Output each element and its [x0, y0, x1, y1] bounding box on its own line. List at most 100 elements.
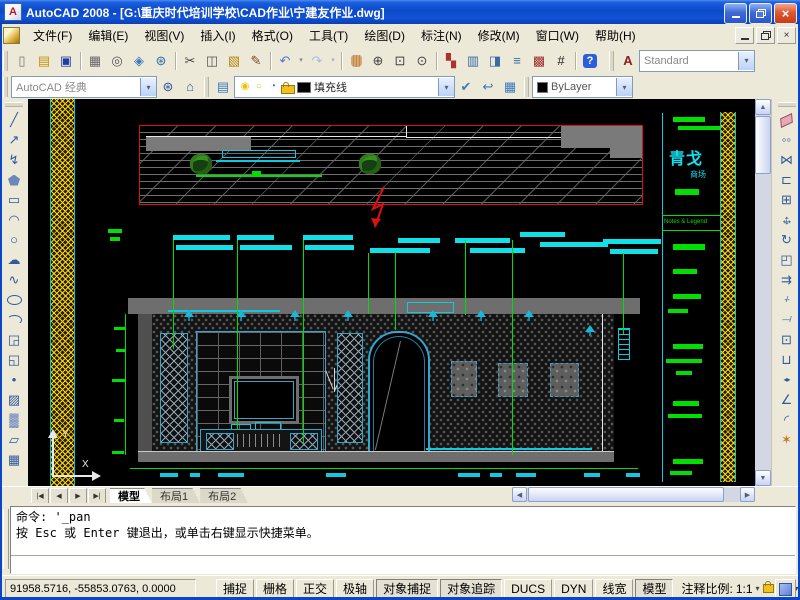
toolbar-button[interactable]: ▧: [223, 50, 245, 72]
chevron-down-icon[interactable]: ▾: [756, 584, 760, 593]
toolbar-button[interactable]: ⊞: [776, 190, 798, 210]
chevron-down-icon[interactable]: ▾: [616, 78, 632, 96]
toolbar-button[interactable]: ⊕: [367, 50, 389, 72]
toolbar-button[interactable]: [345, 50, 367, 72]
toolbar-button[interactable]: [77, 50, 84, 72]
toolbar-button[interactable]: ▦: [3, 450, 25, 470]
status-toggle[interactable]: 对象追踪: [440, 579, 502, 599]
layout-tab[interactable]: 布局1: [152, 488, 200, 504]
menu-item[interactable]: 格式(O): [244, 24, 301, 47]
toolbar-button[interactable]: ◲: [3, 330, 25, 350]
toolbar-button[interactable]: ⊙: [411, 50, 433, 72]
tab-nav-button[interactable]: ◀: [50, 488, 68, 504]
toolbar-button[interactable]: -/-: [776, 290, 798, 310]
horizontal-scrollbar[interactable]: ◀ ▶: [512, 487, 755, 502]
text-style-combo[interactable]: Standard ▾: [639, 50, 755, 72]
toolbar-button[interactable]: ◜: [776, 410, 798, 430]
toolbar-button[interactable]: [338, 50, 345, 72]
toolbar-button[interactable]: ◰: [776, 250, 798, 270]
toolbar-grip[interactable]: [778, 102, 796, 107]
toolbar-button[interactable]: ▤: [212, 76, 234, 98]
chevron-down-icon[interactable]: ▾: [738, 52, 754, 70]
toolbar-button[interactable]: ↯: [3, 150, 25, 170]
menu-item[interactable]: 工具(T): [301, 24, 356, 47]
scroll-down-button[interactable]: ▼: [755, 470, 771, 486]
toolbar-button[interactable]: ∿: [3, 270, 25, 290]
toolbar-button[interactable]: ▯: [11, 50, 33, 72]
toolbar-button[interactable]: [3, 170, 25, 190]
toolbar-button[interactable]: ▾: [296, 50, 306, 72]
toolbar-button[interactable]: [172, 50, 179, 72]
status-toggle[interactable]: 极轴: [336, 579, 374, 599]
toolbar-button[interactable]: ⇉: [776, 270, 798, 290]
status-toggle[interactable]: 线宽: [595, 579, 633, 599]
toolbar-button[interactable]: [3, 310, 25, 330]
toolbar-grip[interactable]: [5, 102, 23, 107]
toolbar-button[interactable]: ↻: [776, 230, 798, 250]
toolbar-button[interactable]: [267, 50, 274, 72]
menu-item[interactable]: 修改(M): [470, 24, 528, 47]
toolbar-button[interactable]: ○: [3, 230, 25, 250]
layer-combo[interactable]: ◉○◔ 填充线 ▾: [234, 76, 455, 98]
scroll-right-button[interactable]: ▶: [740, 487, 755, 502]
toolbar-button[interactable]: ⊡: [776, 330, 798, 350]
status-toggle[interactable]: 对象捕捉: [376, 579, 438, 599]
scrollbar-thumb[interactable]: [755, 116, 771, 174]
tab-nav-button[interactable]: ▶: [69, 488, 87, 504]
toolbar-grip[interactable]: [609, 51, 614, 71]
toolbar-button[interactable]: ✔: [455, 76, 477, 98]
toolbar-button[interactable]: ▨: [3, 390, 25, 410]
status-toggle[interactable]: 模型: [635, 579, 673, 599]
toolbar-button[interactable]: ⌂: [179, 76, 201, 98]
annotation-lock-icon[interactable]: [763, 584, 774, 593]
toolbar-button[interactable]: ↷: [306, 50, 328, 72]
toolbar-button[interactable]: ◫: [201, 50, 223, 72]
command-window-grip[interactable]: [3, 509, 9, 569]
scrollbar-thumb[interactable]: [528, 487, 724, 502]
status-toggle[interactable]: DUCS: [504, 579, 552, 599]
status-toggle[interactable]: 捕捉: [216, 579, 254, 599]
toolbar-grip[interactable]: [3, 77, 8, 97]
vertical-scrollbar[interactable]: ▲ ▼: [755, 99, 771, 486]
doc-minimize-button[interactable]: [735, 27, 754, 44]
scroll-up-button[interactable]: ▲: [755, 99, 771, 115]
layout-tab[interactable]: 布局2: [200, 488, 248, 504]
chevron-down-icon[interactable]: ▾: [438, 78, 454, 96]
toolbar-button[interactable]: ▓: [3, 410, 25, 430]
menu-item[interactable]: 编辑(E): [80, 24, 136, 47]
command-history[interactable]: 命令: '_pan按 Esc 或 Enter 键退出，或单击右键显示快捷菜单。: [11, 507, 795, 556]
toolbar-button[interactable]: ▭: [3, 190, 25, 210]
drawing-canvas[interactable]: 青戈 商场 Notes & Legend Y X: [28, 99, 755, 486]
toolbar-button[interactable]: [433, 50, 440, 72]
toolbar-grip[interactable]: [524, 77, 529, 97]
toolbar-button[interactable]: ⊡: [389, 50, 411, 72]
toolbar-button[interactable]: ▦: [84, 50, 106, 72]
toolbar-button[interactable]: —/: [776, 310, 798, 330]
toolbar-button[interactable]: ⊔: [776, 350, 798, 370]
toolbar-grip[interactable]: [3, 51, 8, 71]
restore-button[interactable]: [749, 3, 772, 24]
toolbar-button[interactable]: ▦: [499, 76, 521, 98]
toolbar-button[interactable]: ◠: [3, 210, 25, 230]
toolbar-button[interactable]: ◱: [3, 350, 25, 370]
menu-item[interactable]: 文件(F): [25, 24, 80, 47]
toolbar-button[interactable]: [776, 210, 798, 230]
toolbar-button[interactable]: A: [617, 50, 639, 72]
menu-item[interactable]: 视图(V): [136, 24, 192, 47]
toolbar-button[interactable]: ⊏: [776, 170, 798, 190]
toolbar-button[interactable]: ◈: [128, 50, 150, 72]
coordinates-readout[interactable]: 91958.5716, -55853.0763, 0.0000: [5, 579, 196, 598]
color-combo[interactable]: ByLayer ▾: [532, 76, 633, 98]
toolbar-button[interactable]: ▩: [528, 50, 550, 72]
menu-item[interactable]: 窗口(W): [528, 24, 587, 47]
toolbar-button[interactable]: ⊛: [150, 50, 172, 72]
toolbar-button[interactable]: ╱: [3, 110, 25, 130]
workspace-combo[interactable]: AutoCAD 经典 ▾: [11, 76, 157, 98]
toolbar-button[interactable]: [572, 50, 579, 72]
close-button[interactable]: ×: [774, 3, 797, 24]
toolbar-button[interactable]: ▣: [55, 50, 77, 72]
toolbar-button[interactable]: ↩: [477, 76, 499, 98]
toolbar-button[interactable]: ◦◦: [776, 130, 798, 150]
toolbar-button[interactable]: [776, 110, 798, 130]
chevron-down-icon[interactable]: ▾: [140, 78, 156, 96]
